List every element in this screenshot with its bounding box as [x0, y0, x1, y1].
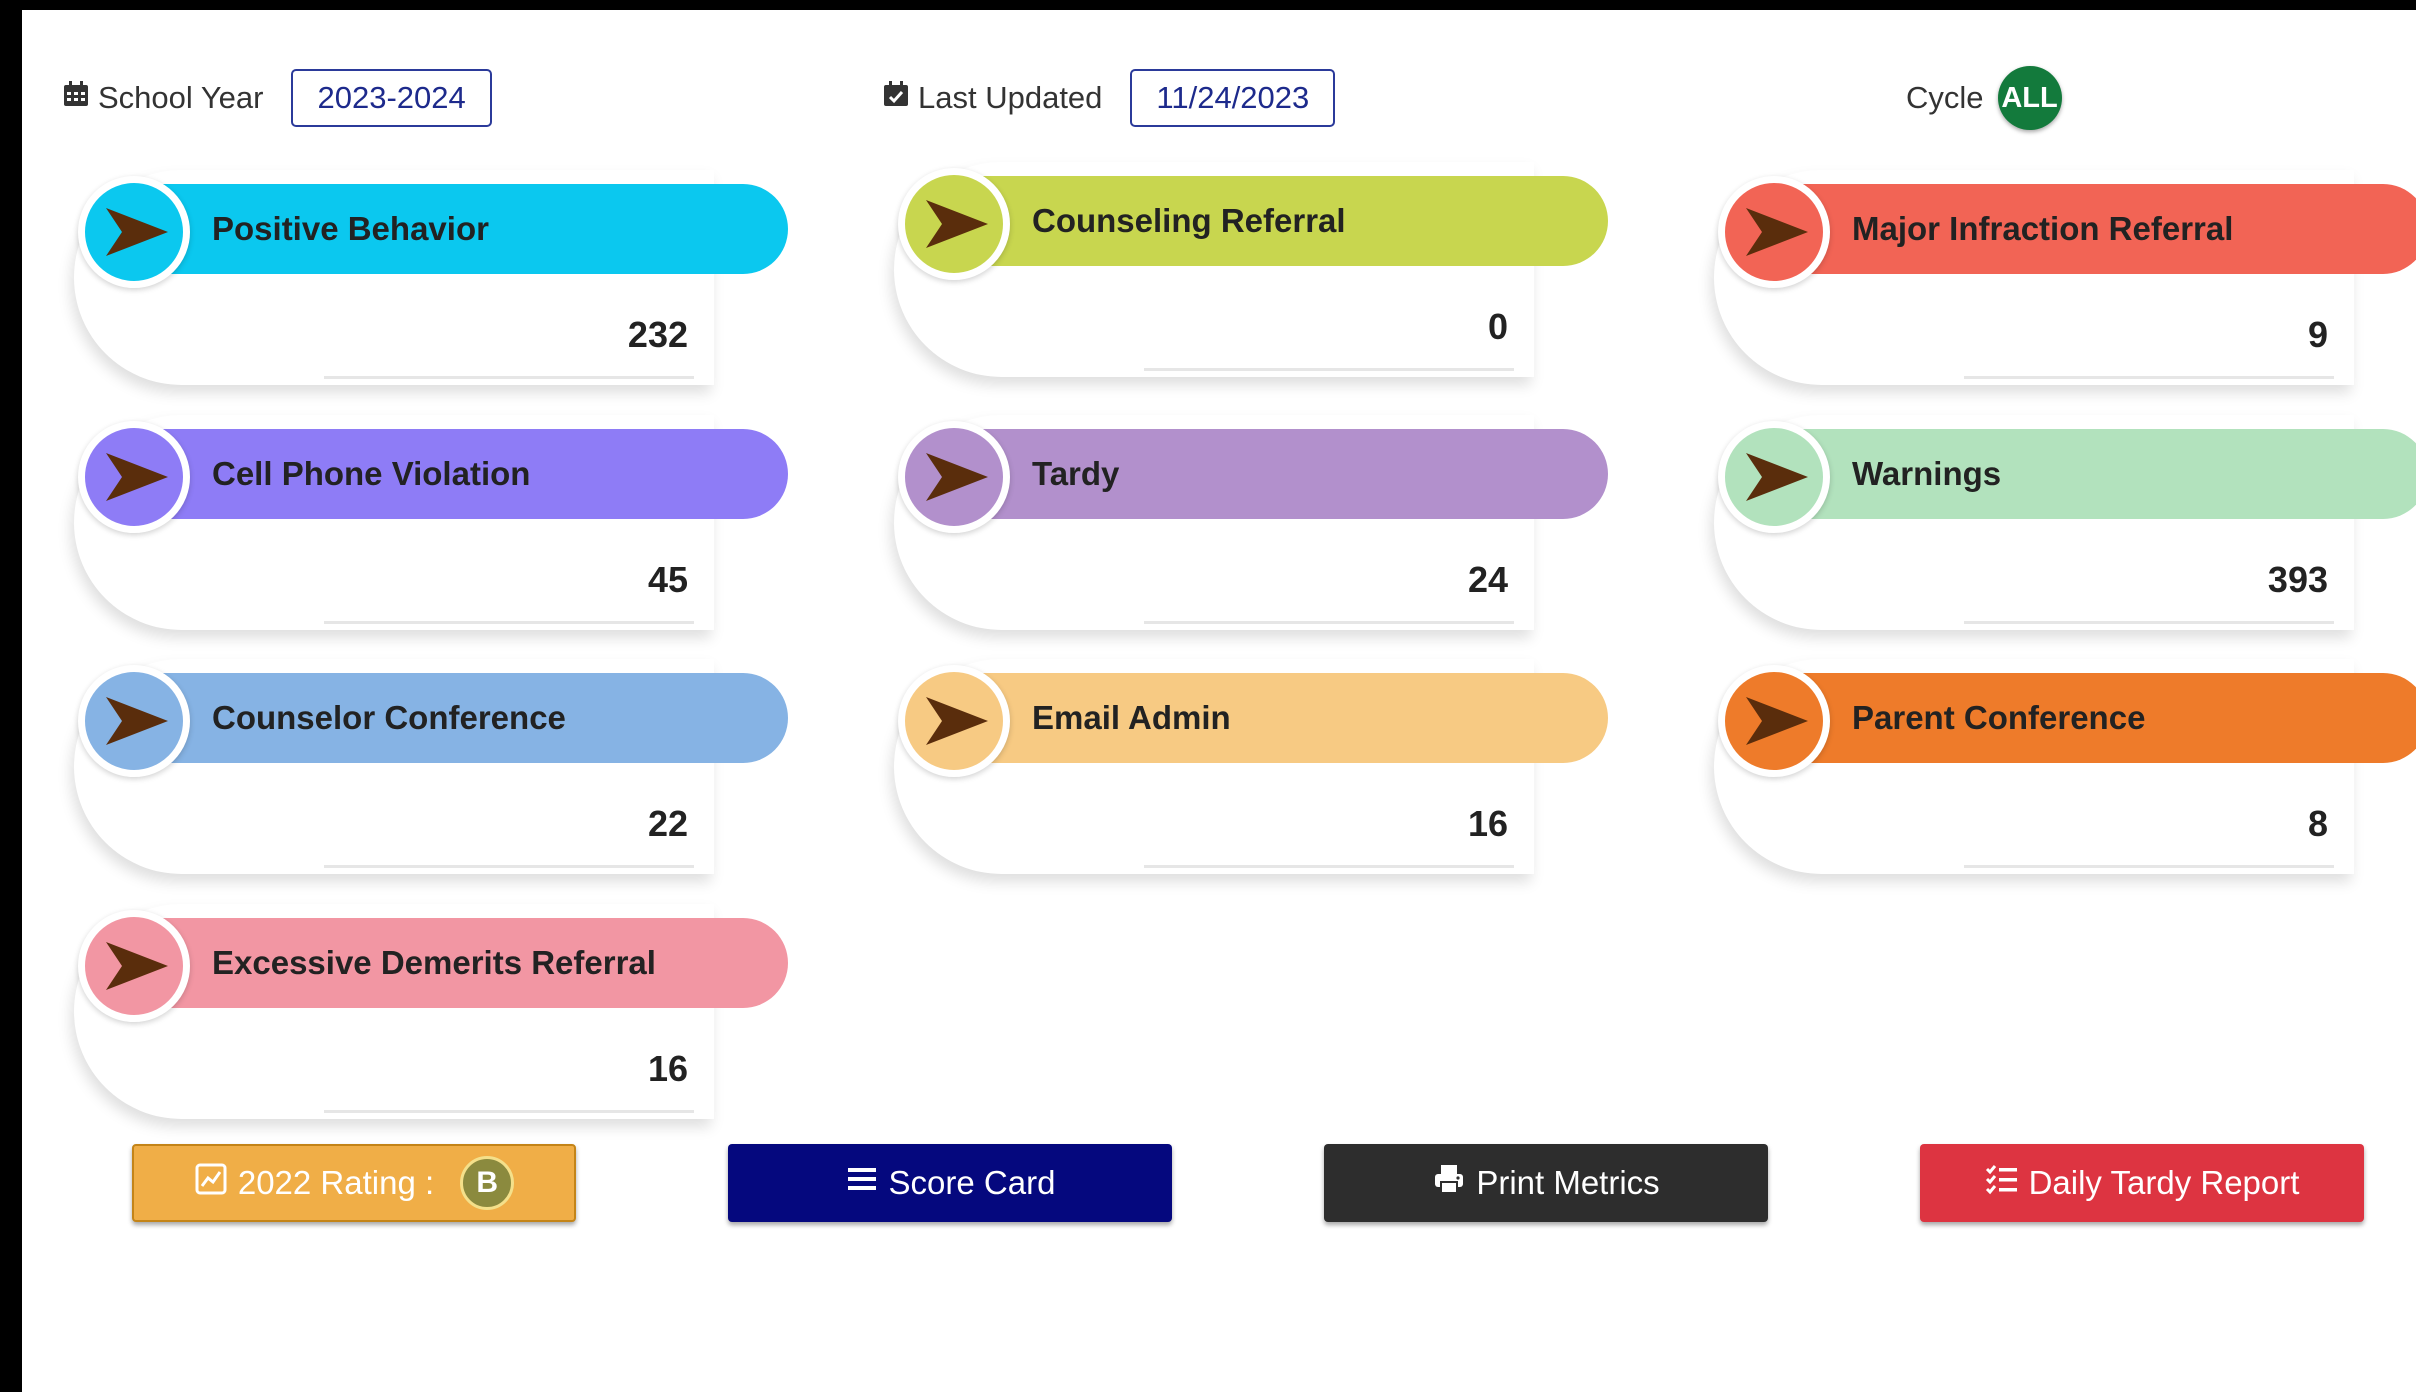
metric-card[interactable]: Tardy 24 — [894, 415, 1608, 630]
card-underline — [324, 376, 694, 379]
card-value: 0 — [1487, 306, 1508, 347]
card-value: 232 — [627, 314, 688, 355]
card-title: Positive Behavior — [212, 210, 489, 247]
cycle-badge[interactable]: ALL — [1997, 66, 2062, 130]
card-arrow-circle — [898, 168, 1010, 280]
card-title: Parent Conference — [1852, 699, 2146, 736]
card-underline — [1964, 621, 2334, 624]
cycle-label: Cycle — [1906, 80, 1984, 115]
card-value: 45 — [647, 559, 688, 600]
card-arrow-circle — [78, 665, 190, 777]
card-arrow-circle — [898, 665, 1010, 777]
arrow-right-icon — [926, 697, 988, 745]
list-check-icon — [1985, 1162, 2019, 1204]
daily-tardy-report-button[interactable]: Daily Tardy Report — [1920, 1144, 2364, 1222]
arrow-right-icon — [1746, 697, 1808, 745]
metric-card[interactable]: Parent Conference 8 — [1714, 659, 2416, 874]
card-value: 9 — [2307, 314, 2328, 355]
metric-card[interactable]: Warnings 393 — [1714, 415, 2416, 630]
card-value: 22 — [647, 803, 688, 844]
card-title: Excessive Demerits Referral — [212, 944, 656, 981]
score-card-button[interactable]: Score Card — [728, 1144, 1172, 1222]
arrow-right-icon — [926, 453, 988, 501]
rating-button[interactable]: 2022 Rating : B — [132, 1144, 576, 1222]
arrow-right-icon — [106, 453, 168, 501]
school-year-group: School Year 2023-2024 — [62, 68, 492, 128]
metric-card[interactable]: Counseling Referral 0 — [894, 162, 1608, 377]
card-underline — [324, 621, 694, 624]
metric-card[interactable]: Cell Phone Violation 45 — [74, 415, 788, 630]
bars-icon — [845, 1162, 879, 1204]
daily-tardy-report-label: Daily Tardy Report — [2028, 1164, 2300, 1201]
chart-line-icon — [194, 1162, 228, 1204]
card-arrow-circle — [1718, 421, 1830, 533]
card-underline — [1964, 865, 2334, 868]
metric-card[interactable]: Positive Behavior 232 — [74, 170, 788, 385]
card-underline — [1144, 621, 1514, 624]
cycle-group: Cycle ALL — [1906, 66, 2062, 130]
card-title: Warnings — [1852, 455, 2002, 492]
card-value: 393 — [2267, 559, 2328, 600]
card-arrow-circle — [78, 176, 190, 288]
card-title: Major Infraction Referral — [1852, 210, 2234, 247]
arrow-right-icon — [1746, 208, 1808, 256]
last-updated-group: Last Updated 11/24/2023 — [882, 68, 1336, 128]
metric-card[interactable]: Excessive Demerits Referral 16 — [74, 904, 788, 1119]
rating-label: 2022 Rating : — [237, 1164, 435, 1201]
metric-card[interactable]: Major Infraction Referral 9 — [1714, 170, 2416, 385]
arrow-right-icon — [106, 208, 168, 256]
print-icon — [1432, 1162, 1466, 1204]
card-underline — [1144, 368, 1514, 371]
print-metrics-button[interactable]: Print Metrics — [1324, 1144, 1768, 1222]
card-title: Email Admin — [1032, 699, 1231, 736]
card-arrow-circle — [898, 421, 1010, 533]
card-underline — [1964, 376, 2334, 379]
card-title: Cell Phone Violation — [212, 455, 531, 492]
school-year-label: School Year — [98, 80, 264, 115]
card-title: Tardy — [1032, 455, 1120, 492]
card-title: Counselor Conference — [212, 699, 566, 736]
card-underline — [1144, 865, 1514, 868]
print-metrics-label: Print Metrics — [1476, 1164, 1660, 1201]
card-arrow-circle — [1718, 176, 1830, 288]
dashboard-panel: School Year 2023-2024 Last Updated 11/24… — [22, 10, 2416, 1392]
rating-grade-badge: B — [460, 1156, 515, 1210]
calendar-check-icon — [882, 80, 910, 116]
card-value: 8 — [2307, 803, 2328, 844]
card-title: Counseling Referral — [1032, 202, 1346, 239]
last-updated-value[interactable]: 11/24/2023 — [1130, 69, 1336, 127]
arrow-right-icon — [106, 697, 168, 745]
card-arrow-circle — [1718, 665, 1830, 777]
metric-card[interactable]: Counselor Conference 22 — [74, 659, 788, 874]
card-value: 16 — [1467, 803, 1508, 844]
score-card-label: Score Card — [888, 1164, 1056, 1201]
card-underline — [324, 865, 694, 868]
last-updated-label: Last Updated — [918, 80, 1103, 115]
metric-card[interactable]: Email Admin 16 — [894, 659, 1608, 874]
card-arrow-circle — [78, 910, 190, 1022]
calendar-icon — [62, 80, 90, 116]
card-value: 16 — [647, 1048, 688, 1089]
arrow-right-icon — [926, 200, 988, 248]
card-arrow-circle — [78, 421, 190, 533]
card-underline — [324, 1110, 694, 1113]
card-value: 24 — [1467, 559, 1508, 600]
arrow-right-icon — [106, 942, 168, 990]
arrow-right-icon — [1746, 453, 1808, 501]
school-year-select[interactable]: 2023-2024 — [291, 69, 492, 127]
